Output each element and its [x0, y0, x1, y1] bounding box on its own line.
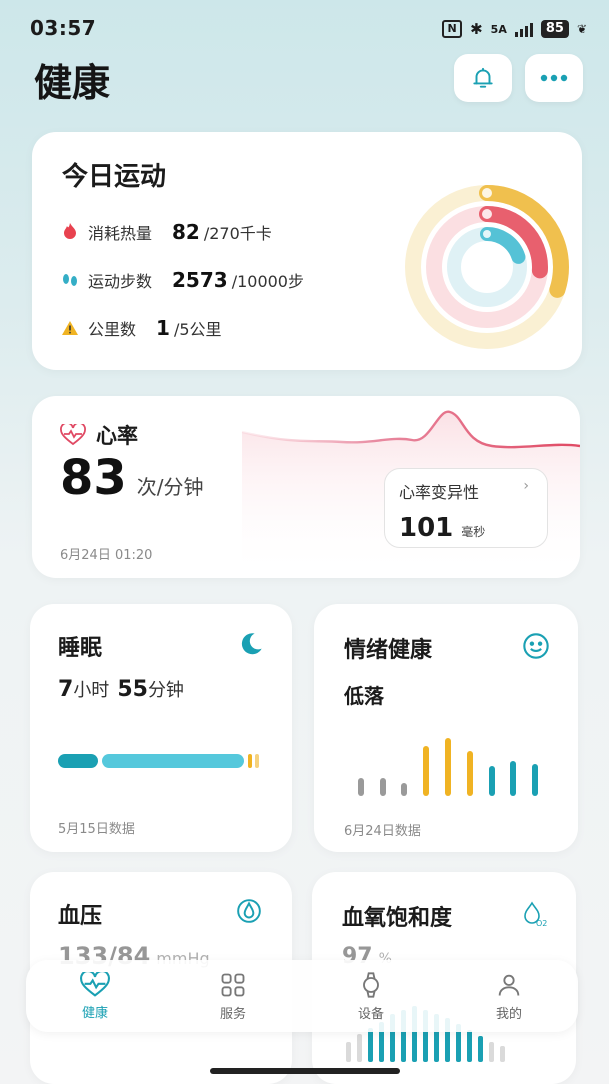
ring-start-dot-steps — [482, 209, 492, 219]
steps-value: 2573 — [172, 268, 228, 292]
mood-bar — [401, 783, 407, 796]
nav-health[interactable]: 健康 — [26, 960, 164, 1032]
sleep-stage-rem — [255, 754, 259, 768]
calories-goal: /270千卡 — [203, 224, 272, 243]
notification-button[interactable] — [454, 54, 512, 102]
sleep-stage-light — [102, 754, 244, 768]
activity-rings — [405, 185, 569, 349]
sleep-stage-awake — [248, 754, 252, 768]
mood-date: 6月24日数据 — [344, 824, 421, 839]
status-time: 03:57 — [30, 16, 97, 40]
bell-icon — [473, 67, 493, 88]
flame-icon — [62, 223, 78, 243]
warning-icon — [62, 321, 78, 339]
person-icon — [498, 974, 520, 996]
hrv-button[interactable]: 心率变异性 › 101 毫秒 — [384, 468, 548, 548]
more-dots-icon — [540, 74, 568, 82]
nav-services[interactable]: 服务 — [164, 960, 302, 1032]
mood-title: 情绪健康 — [344, 638, 433, 663]
heart-pulse-icon — [80, 971, 110, 997]
home-indicator — [210, 1068, 400, 1074]
hrv-unit: 毫秒 — [461, 525, 486, 539]
heart-rate-value: 83 — [60, 450, 127, 506]
footprints-icon — [62, 273, 78, 291]
nfc-icon: N — [442, 20, 463, 38]
sleep-minutes-unit: 分钟 — [147, 680, 184, 701]
bottom-nav: 健康 服务 设备 我的 — [26, 960, 578, 1032]
nav-me[interactable]: 我的 — [440, 960, 578, 1032]
leaf-icon: ❦ — [576, 22, 587, 36]
nav-services-label: 服务 — [219, 1006, 246, 1022]
distance-value: 1 — [156, 316, 170, 340]
distance-goal: /5公里 — [173, 320, 222, 339]
steps-goal: /10000步 — [231, 272, 304, 291]
chevron-right-icon: › — [523, 478, 529, 494]
sleep-title: 睡眠 — [58, 636, 103, 661]
bluetooth-icon: ✱ — [470, 20, 483, 38]
mood-status: 低落 — [344, 684, 384, 708]
svg-text:O2: O2 — [536, 919, 547, 928]
oxygen-drop-icon: O2 — [524, 901, 547, 928]
nav-devices-label: 设备 — [357, 1006, 384, 1022]
mood-bar — [467, 751, 473, 796]
network-label: 5A — [490, 22, 507, 36]
grid-icon — [221, 973, 245, 996]
mood-bar — [510, 761, 516, 796]
hrv-reading: 101 毫秒 — [399, 513, 485, 543]
mood-bar — [532, 764, 538, 796]
sleep-hours: 7 — [58, 677, 74, 702]
status-icons: N ✱ 5A 85 ❦ — [442, 20, 587, 38]
watch-icon — [363, 971, 379, 998]
mood-bar-chart — [350, 724, 546, 796]
heart-rate-unit: 次/分钟 — [136, 475, 204, 499]
sleep-date: 5月15日数据 — [58, 822, 135, 837]
heart-pulse-icon — [60, 424, 86, 446]
smile-icon — [523, 633, 549, 659]
calories-value: 82 — [172, 220, 200, 244]
ring-start-dot-distance — [483, 230, 491, 238]
sleep-stage-deep — [58, 754, 98, 768]
distance-label: 公里数 — [88, 320, 137, 339]
mood-bar — [423, 746, 429, 796]
mood-bar — [445, 738, 451, 796]
nav-me-label: 我的 — [495, 1006, 522, 1022]
nav-devices[interactable]: 设备 — [302, 960, 440, 1032]
mood-card[interactable]: 情绪健康 低落 6月24日数据 — [314, 604, 578, 852]
moon-icon — [241, 633, 262, 655]
sleep-card[interactable]: 睡眠 7 小时 55 分钟 5月15日数据 — [30, 604, 292, 852]
sleep-duration: 7 小时 55 分钟 — [58, 676, 184, 702]
steps-label: 运动步数 — [88, 272, 153, 291]
battery-level: 85 — [540, 20, 569, 38]
heart-rate-header: 心率 — [60, 420, 138, 450]
exercise-card[interactable]: 今日运动 消耗热量 82 /270千卡 运动步数 2573 /10000步 公里… — [32, 132, 582, 370]
calories-row: 消耗热量 82 /270千卡 — [62, 220, 272, 244]
ring-start-dot-calories — [482, 188, 492, 198]
page-title: 健康 — [34, 61, 111, 105]
heart-rate-reading: 83 次/分钟 — [60, 450, 204, 506]
exercise-title: 今日运动 — [62, 162, 167, 192]
blood-pressure-title: 血压 — [58, 904, 103, 929]
mood-bar — [489, 766, 495, 796]
calories-label: 消耗热量 — [88, 224, 153, 243]
sleep-hours-unit: 小时 — [73, 680, 110, 701]
sleep-stage-bar — [58, 754, 268, 768]
mood-bar — [380, 778, 386, 796]
heart-rate-card[interactable]: 心率 83 次/分钟 6月24日 01:20 心率变异性 › 101 毫秒 — [32, 396, 580, 578]
hrv-label: 心率变异性 — [399, 483, 480, 502]
spo2-title: 血氧饱和度 — [342, 906, 453, 931]
blood-drop-icon — [237, 899, 261, 923]
heart-rate-label: 心率 — [96, 424, 138, 448]
nav-health-label: 健康 — [81, 1005, 108, 1021]
more-button[interactable] — [525, 54, 583, 102]
mood-bar — [358, 778, 364, 796]
steps-row: 运动步数 2573 /10000步 — [62, 268, 304, 292]
hrv-value: 101 — [399, 513, 454, 543]
sleep-minutes: 55 — [117, 677, 148, 702]
distance-row: 公里数 1 /5公里 — [62, 316, 222, 340]
signal-icon — [514, 21, 533, 37]
heart-rate-date: 6月24日 01:20 — [60, 548, 153, 563]
